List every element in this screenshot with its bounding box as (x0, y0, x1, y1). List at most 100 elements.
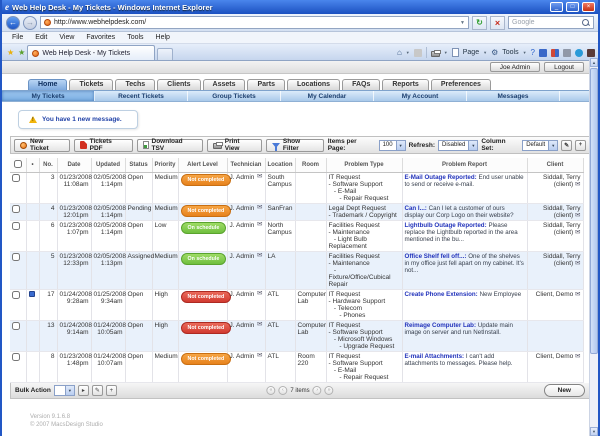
tab-locations[interactable]: Locations (287, 79, 340, 90)
col-priority[interactable]: Priority (152, 158, 178, 173)
show-filter-button[interactable]: Show Filter (266, 139, 324, 152)
report-title-link[interactable]: Create Phone Extension: (405, 291, 478, 298)
scroll-down-icon[interactable]: ▼ (590, 427, 598, 436)
extension-icon[interactable] (587, 49, 595, 57)
print-dropdown-icon[interactable]: ▼ (444, 50, 448, 55)
tools-dropdown-icon[interactable]: ▼ (523, 50, 527, 55)
report-title-link[interactable]: E-Mail Outage Reported: (405, 174, 477, 181)
row-checkbox[interactable] (12, 322, 20, 330)
page-dropdown-icon[interactable]: ▼ (483, 50, 487, 55)
help-icon[interactable]: ? (531, 48, 535, 57)
subtab-my-calendar[interactable]: My Calendar (281, 91, 374, 101)
col-client[interactable]: Client (527, 158, 583, 173)
email-icon[interactable]: ✉ (257, 353, 262, 359)
col-location[interactable]: Location (265, 158, 295, 173)
menu-favorites[interactable]: Favorites (80, 34, 121, 41)
email-icon[interactable]: ✉ (257, 322, 262, 328)
table-row[interactable]: 6 01/23/2008 1:07pm 02/05/2008 1:14pm Op… (10, 221, 583, 252)
table-row[interactable]: 17 01/24/2008 9:28am 01/25/2008 9:34am O… (10, 290, 583, 321)
report-title-link[interactable]: Lightbulb Outage Reported: (405, 222, 487, 229)
tab-parts[interactable]: Parts (247, 79, 285, 90)
subtab-my-account[interactable]: My Account (374, 91, 467, 101)
column-set-select[interactable]: Default▼ (522, 140, 558, 151)
add-favorite-icon[interactable]: ★ (18, 48, 25, 57)
tab-faqs[interactable]: FAQs (342, 79, 380, 90)
first-page-button[interactable]: « (266, 386, 275, 395)
table-row[interactable]: 4 01/23/2008 12:01pm 02/05/2008 1:14pm P… (10, 204, 583, 221)
tab-preferences[interactable]: Preferences (431, 79, 491, 90)
email-icon[interactable]: ✉ (257, 205, 262, 211)
col-status[interactable]: Status (125, 158, 152, 173)
ticket-number-link[interactable]: 3 (39, 173, 57, 204)
bulk-action-select[interactable]: ▼ (54, 385, 75, 396)
email-icon[interactable]: ✉ (257, 253, 262, 259)
new-message-notice[interactable]: You have 1 new message. (18, 110, 138, 129)
address-dropdown-icon[interactable]: ▼ (460, 20, 465, 26)
email-icon[interactable]: ✉ (575, 229, 580, 236)
row-checkbox[interactable] (12, 253, 20, 261)
email-icon[interactable]: ✉ (575, 212, 580, 219)
page-menu[interactable]: Page (463, 49, 479, 56)
new-ticket-button[interactable]: New Ticket (14, 139, 70, 152)
select-all-checkbox[interactable] (14, 160, 22, 168)
subtab-group-tickets[interactable]: Group Tickets (188, 91, 281, 101)
table-row[interactable]: 5 01/23/2008 12:33pm 02/05/2008 1:13pm A… (10, 252, 583, 290)
tab-reports[interactable]: Reports (382, 79, 428, 90)
new-ticket-bottom-button[interactable]: New (544, 384, 585, 397)
print-icon[interactable] (431, 51, 440, 57)
back-button[interactable]: ← (6, 16, 20, 30)
select-all-header[interactable] (10, 158, 26, 173)
tools-menu[interactable]: Tools (502, 49, 518, 56)
search-input[interactable]: Google (508, 16, 594, 29)
menu-help[interactable]: Help (150, 34, 176, 41)
report-title-link[interactable]: Reimage Computer Lab: (405, 322, 477, 329)
refresh-button[interactable]: ↻ (472, 16, 487, 30)
maximize-button[interactable]: □ (566, 2, 579, 12)
edit-bulk-action-button[interactable]: ✎ (92, 385, 103, 396)
add-bulk-action-button[interactable]: + (106, 385, 117, 396)
refresh-select[interactable]: Disabled▼ (438, 140, 478, 151)
email-icon[interactable]: ✉ (575, 291, 580, 298)
email-icon[interactable]: ✉ (257, 222, 262, 228)
email-icon[interactable]: ✉ (575, 181, 580, 188)
add-column-set-button[interactable]: + (575, 140, 586, 151)
address-field[interactable]: http://www.webhelpdesk.com/ ▼ (40, 16, 469, 29)
minimize-button[interactable]: _ (550, 2, 563, 12)
report-title-link[interactable]: Office Shelf fell off...: (405, 253, 467, 260)
browser-tab[interactable]: Web Help Desk - My Tickets (27, 45, 155, 60)
row-checkbox[interactable] (12, 291, 20, 299)
email-icon[interactable]: ✉ (257, 291, 262, 297)
run-bulk-action-button[interactable]: ▸ (78, 385, 89, 396)
tab-assets[interactable]: Assets (203, 79, 246, 90)
ticket-number-link[interactable]: 5 (39, 252, 57, 290)
menu-view[interactable]: View (53, 34, 80, 41)
table-row[interactable]: 13 01/24/2008 9:14am 01/24/2008 10:05am … (10, 321, 583, 352)
items-per-page-select[interactable]: 100▼ (379, 140, 406, 151)
col-no[interactable]: No. (39, 158, 57, 173)
vertical-scrollbar[interactable]: ▲ ▼ (589, 58, 598, 436)
scroll-up-icon[interactable]: ▲ (590, 58, 598, 67)
prev-page-button[interactable]: ‹ (278, 386, 287, 395)
user-button[interactable]: Joe Admin (490, 62, 540, 72)
next-page-button[interactable]: › (313, 386, 322, 395)
report-title-link[interactable]: E-mail Attachments: (405, 353, 465, 360)
scrollbar-thumb[interactable] (590, 68, 598, 354)
edit-column-set-button[interactable]: ✎ (561, 140, 572, 151)
logout-button[interactable]: Logout (544, 62, 584, 72)
email-icon[interactable]: ✉ (257, 174, 262, 180)
ticket-number-link[interactable]: 13 (39, 321, 57, 352)
col-problem-report[interactable]: Problem Report (402, 158, 527, 173)
table-row[interactable]: 3 01/23/2008 11:08am 02/05/2008 1:14pm O… (10, 173, 583, 204)
tab-clients[interactable]: Clients (157, 79, 200, 90)
row-checkbox[interactable] (12, 222, 20, 230)
menu-edit[interactable]: Edit (29, 34, 53, 41)
tab-tickets[interactable]: Tickets (69, 79, 113, 90)
extension-icon[interactable] (575, 49, 583, 57)
subtab-my-tickets[interactable]: My Tickets (2, 91, 95, 101)
favorites-center-icon[interactable]: ★ (7, 48, 14, 57)
stop-button[interactable]: × (490, 16, 505, 30)
tab-techs[interactable]: Techs (115, 79, 155, 90)
extension-icon[interactable] (563, 49, 571, 57)
report-title-link[interactable]: Can I...: (405, 205, 427, 212)
subtab-messages[interactable]: Messages (467, 91, 560, 101)
